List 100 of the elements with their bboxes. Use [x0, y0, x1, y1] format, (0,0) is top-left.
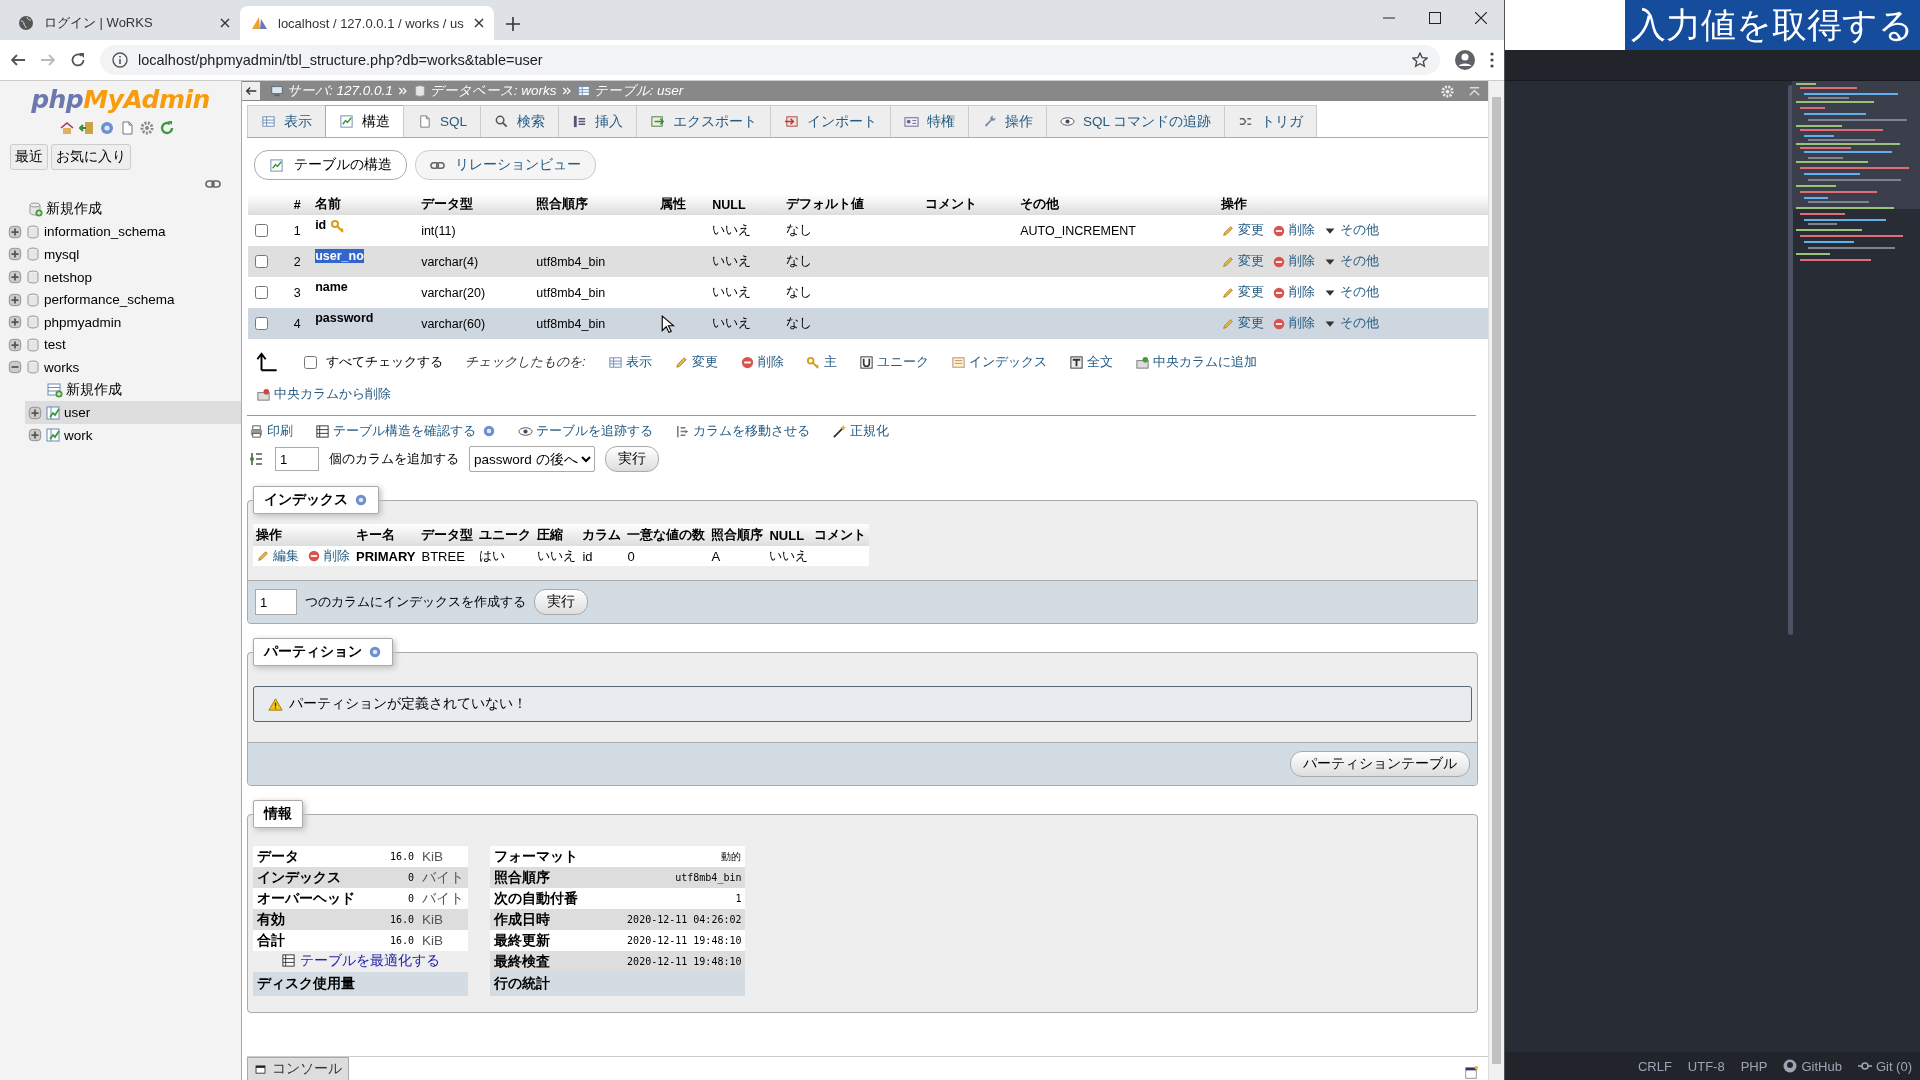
checkbox[interactable] — [255, 317, 268, 330]
tree-item[interactable]: test — [44, 337, 66, 353]
tree-item[interactable]: 新規作成 — [46, 200, 102, 219]
tool-link[interactable]: テーブルを追跡する — [518, 422, 653, 440]
address-bar[interactable]: localhost/phpmyadmin/tbl_structure.php?db=works&table=user — [100, 45, 1440, 75]
tab[interactable]: 操作 — [968, 105, 1047, 137]
tree-item[interactable]: 新規作成 — [66, 381, 122, 400]
expand-icon[interactable] — [28, 428, 42, 443]
more-link[interactable]: その他 — [1322, 253, 1379, 270]
expand-icon[interactable] — [8, 292, 22, 307]
close-icon[interactable] — [220, 18, 230, 28]
more-link[interactable]: その他 — [1322, 315, 1379, 332]
info-icon[interactable] — [112, 52, 128, 68]
reload-icon[interactable] — [158, 120, 175, 136]
settings-icon[interactable] — [1440, 83, 1455, 99]
status-item[interactable]: CRLF — [1637, 1058, 1672, 1074]
collapse-icon[interactable] — [8, 360, 22, 375]
edit-link[interactable]: 変更 — [1220, 253, 1264, 270]
column-count-field[interactable]: 1 — [275, 447, 319, 471]
console-tab[interactable]: コンソール — [247, 1057, 349, 1080]
scrollbar-thumb[interactable] — [1492, 97, 1501, 1064]
tab[interactable]: エクスポート — [636, 105, 771, 137]
drop-link[interactable]: 削除 — [1271, 253, 1315, 270]
tree-item[interactable]: phpmyadmin — [44, 314, 122, 330]
status-item[interactable]: UTF-8 — [1687, 1058, 1725, 1074]
breadcrumb-link[interactable]: テーブル: user — [576, 82, 684, 100]
close-icon[interactable] — [1475, 12, 1487, 24]
maximize-icon[interactable] — [1429, 12, 1441, 24]
sidebar-button[interactable]: お気に入り — [51, 144, 131, 170]
partition-button[interactable]: パーティションテーブル — [1290, 751, 1470, 777]
account-icon[interactable] — [1454, 49, 1476, 71]
tab[interactable]: 構造 — [325, 105, 404, 137]
bulk-action-link[interactable]: 削除 — [739, 353, 784, 371]
back-button[interactable] — [242, 82, 260, 100]
edit-link[interactable]: 変更 — [1220, 315, 1264, 332]
tool-link[interactable]: 正規化 — [832, 422, 889, 440]
expand-icon[interactable] — [8, 224, 22, 239]
tree-item[interactable]: mysql — [44, 247, 80, 262]
note-icon[interactable] — [1464, 1066, 1478, 1080]
status-item[interactable]: GitHub — [1783, 1058, 1842, 1074]
status-item[interactable]: PHP — [1740, 1058, 1768, 1074]
close-icon[interactable] — [473, 18, 484, 28]
tab[interactable]: SQL — [403, 105, 481, 137]
edit-link[interactable]: 編集 — [256, 547, 299, 565]
go-button[interactable]: 実行 — [605, 446, 659, 472]
tree-item[interactable]: works — [44, 359, 80, 375]
bulk-action-link[interactable]: 表示 — [607, 353, 652, 371]
tool-link[interactable]: テーブル構造を確認する — [315, 422, 476, 440]
drop-link[interactable]: 削除 — [1271, 284, 1315, 301]
check-all-label[interactable]: すべてチェックする — [326, 353, 443, 371]
help-icon[interactable] — [368, 645, 382, 659]
back-icon[interactable] — [10, 52, 26, 68]
reload-icon[interactable] — [70, 52, 86, 68]
help-icon[interactable] — [354, 493, 368, 507]
tab[interactable]: トリガ — [1224, 105, 1318, 137]
tab[interactable]: 検索 — [480, 105, 559, 137]
drop-link[interactable]: 削除 — [307, 547, 350, 565]
settings-icon[interactable] — [138, 120, 155, 136]
checkbox[interactable] — [255, 255, 268, 268]
tab[interactable]: インポート — [770, 105, 891, 137]
tool-link[interactable]: カラムを移動させる — [675, 422, 810, 440]
breadcrumb-link[interactable]: データベース: works — [412, 82, 557, 100]
column-count-field[interactable]: 1 — [255, 589, 297, 615]
more-link[interactable]: その他 — [1322, 284, 1379, 301]
more-link[interactable]: その他 — [1322, 222, 1379, 239]
home-icon[interactable] — [58, 120, 75, 136]
tree-item[interactable]: work — [64, 427, 93, 443]
subtab[interactable]: テーブルの構造 — [254, 150, 407, 180]
tree-item[interactable]: information_schema — [44, 224, 166, 240]
tool-link[interactable]: 印刷 — [249, 422, 293, 440]
subtab[interactable]: リレーションビュー — [415, 150, 596, 180]
help-icon[interactable] — [98, 120, 115, 136]
exit-icon[interactable] — [78, 120, 95, 136]
bulk-action-link[interactable]: 全文 — [1068, 353, 1113, 371]
expand-icon[interactable] — [28, 405, 42, 420]
position-select[interactable]: password の後へ — [469, 446, 595, 472]
expand-icon[interactable] — [8, 247, 22, 262]
tab[interactable]: 表示 — [247, 105, 326, 137]
breadcrumb-link[interactable]: サーバ: 127.0.0.1 — [270, 82, 393, 100]
drop-link[interactable]: 削除 — [1271, 315, 1315, 332]
bulk-action-link[interactable]: ユニーク — [858, 353, 929, 371]
edit-link[interactable]: 変更 — [1220, 222, 1264, 239]
help-icon[interactable] — [482, 424, 496, 438]
tree-item[interactable]: user — [64, 405, 91, 421]
go-button[interactable]: 実行 — [534, 589, 588, 615]
checkbox[interactable] — [255, 286, 268, 299]
bulk-action-link[interactable]: 変更 — [673, 353, 718, 371]
plus-icon[interactable] — [505, 17, 520, 31]
tree-item[interactable]: netshop — [44, 269, 93, 285]
expand-icon[interactable] — [8, 270, 22, 285]
bulk-action-link[interactable]: インデックス — [950, 353, 1047, 371]
checkbox[interactable] — [304, 355, 317, 369]
tab[interactable]: SQL コマンドの追跡 — [1046, 105, 1226, 137]
tab[interactable]: 挿入 — [558, 105, 637, 137]
menu-icon[interactable] — [1490, 52, 1494, 68]
sidebar-button[interactable]: 最近 — [10, 144, 48, 170]
expand-icon[interactable] — [8, 315, 22, 330]
edit-link[interactable]: 変更 — [1220, 284, 1264, 301]
expand-icon[interactable] — [8, 337, 22, 352]
checkbox[interactable] — [255, 224, 268, 237]
